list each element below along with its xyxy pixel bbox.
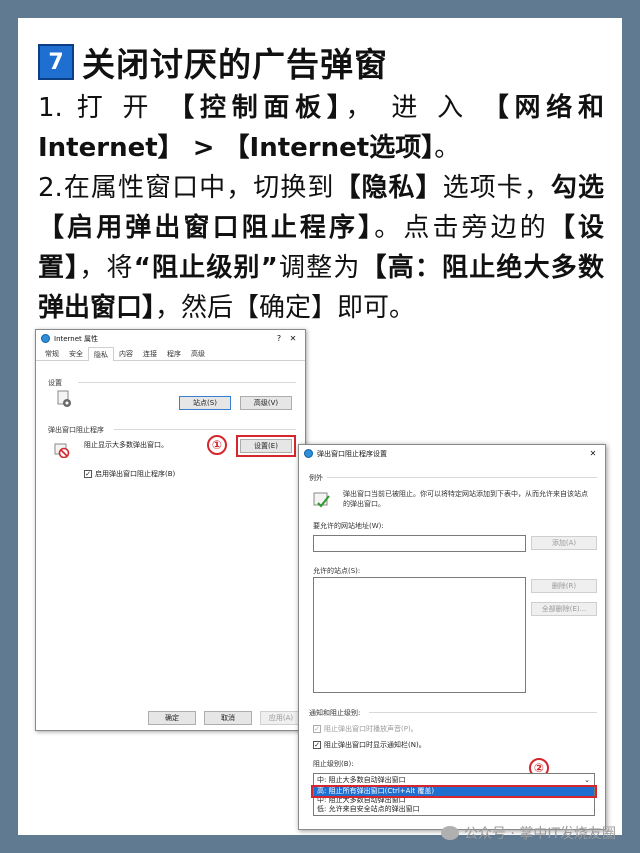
remove-site-button[interactable]: 删除(R)	[531, 579, 597, 593]
step1-options: 【Internet选项】	[223, 133, 435, 163]
tab-content[interactable]: 内容	[114, 347, 138, 360]
highlight-settings-button	[236, 435, 296, 457]
step1-middle: ， 进 入	[345, 93, 483, 123]
popup-allow-icon	[313, 491, 331, 509]
allowed-address-input[interactable]	[313, 535, 526, 552]
page-title: 关闭讨厌的广告弹窗	[82, 45, 388, 84]
enable-popup-blocker-label: 启用弹出窗口阻止程序(B)	[95, 470, 176, 478]
step2-middle5: ，然后【确定】即可。	[155, 293, 416, 323]
show-notification-bar-checkbox[interactable]: ✓ 阻止弹出窗口时显示通知栏(N)。	[313, 740, 426, 750]
checkbox-checked-icon: ✓	[313, 741, 321, 749]
step2-enable-popup: 【启用弹出窗口阻止程序】	[38, 213, 375, 243]
step2-privacy: 【隐私】	[334, 173, 443, 203]
internet-globe-icon	[41, 334, 50, 343]
step1-suffix: 。	[434, 133, 461, 163]
dialog2-titlebar: 弹出窗口阻止程序设置 ✕	[299, 445, 605, 462]
highlight-high-option	[311, 785, 597, 798]
instruction-text: 1. 打 开 【控制面板】， 进 入 【网络和Internet】 > 【Inte…	[38, 88, 604, 328]
divider	[114, 429, 296, 430]
level-option-low[interactable]: 低: 允许来自安全站点的弹出窗口	[314, 805, 594, 814]
dialog2-title: 弹出窗口阻止程序设置	[317, 449, 387, 458]
blocking-level-selected: 中: 阻止大多数自动弹出窗口	[317, 775, 406, 784]
annotation-step-1: ①	[207, 435, 227, 455]
notify-level-group-label: 通知和阻止级别:	[309, 709, 361, 717]
popup-description: 阻止显示大多数弹出窗口。	[84, 441, 168, 449]
popup-blocker-settings-dialog: 弹出窗口阻止程序设置 ✕ 例外 弹出窗口当前已被阻止。你可以将特定网站添加到下表…	[298, 444, 606, 830]
block-icon	[54, 442, 70, 459]
checkbox-checked-icon: ✓	[313, 725, 321, 733]
step-number-badge: 7	[38, 44, 74, 80]
sites-button[interactable]: 站点(S)	[179, 396, 231, 410]
step1-arrow: >	[183, 133, 224, 163]
step2-middle1: 选项卡，	[442, 173, 551, 203]
chevron-down-icon: ⌄	[584, 775, 590, 784]
privacy-settings-icon	[56, 390, 74, 408]
watermark: 公众号 · 掌中IT发烧友圈	[440, 823, 616, 843]
step1-control-panel: 【控制面板】	[168, 93, 346, 123]
watermark-text: 公众号 · 掌中IT发烧友圈	[463, 826, 616, 842]
allowed-sites-list[interactable]	[313, 577, 526, 693]
dialog1-titlebar: Internet 属性 ? ✕	[36, 330, 305, 347]
dialog1-title: Internet 属性	[54, 334, 99, 343]
wechat-icon	[440, 826, 459, 840]
close-button[interactable]: ✕	[586, 449, 600, 458]
step2-check-word: 勾选	[550, 173, 604, 203]
advanced-button[interactable]: 高级(V)	[240, 396, 292, 410]
close-button[interactable]: ✕	[286, 334, 300, 343]
popup-blocker-group-label: 弹出窗口阻止程序	[48, 426, 104, 434]
show-notification-bar-label: 阻止弹出窗口时显示通知栏(N)。	[324, 741, 426, 749]
internet-properties-dialog: Internet 属性 ? ✕ 常规 安全 隐私 内容 连接 程序 高级 设置 …	[35, 329, 306, 731]
allowed-address-label: 要允许的网站地址(W):	[313, 522, 384, 530]
tab-advanced[interactable]: 高级	[186, 347, 210, 360]
step2-middle4: 调整为	[277, 253, 361, 283]
instruction-step-1: 1. 打 开 【控制面板】， 进 入 【网络和Internet】 > 【Inte…	[38, 88, 604, 168]
cancel-button[interactable]: 取消	[204, 711, 252, 725]
tab-privacy[interactable]: 隐私	[88, 347, 114, 361]
tab-programs[interactable]: 程序	[162, 347, 186, 360]
play-sound-label: 阻止弹出窗口时播放声音(P)。	[324, 725, 418, 733]
blocking-level-label: 阻止级别(B):	[313, 760, 354, 768]
divider	[327, 477, 597, 478]
step2-middle3: ，将	[79, 253, 134, 283]
allowed-sites-label: 允许的站点(S):	[313, 567, 361, 575]
step2-prefix: 2.在属性窗口中，切换到	[38, 173, 335, 203]
exceptions-description: 弹出窗口当前已被阻止。你可以将特定网站添加到下表中，从而允许来自该站点的弹出窗口…	[343, 490, 588, 508]
step1-prefix: 1. 打 开	[38, 93, 169, 123]
tab-connections[interactable]: 连接	[138, 347, 162, 360]
settings-group-label: 设置	[48, 379, 62, 387]
section-heading: 7 关闭讨厌的广告弹窗	[38, 42, 388, 84]
checkbox-checked-icon: ✓	[84, 470, 92, 478]
exceptions-label: 例外	[309, 474, 323, 482]
play-sound-checkbox[interactable]: ✓ 阻止弹出窗口时播放声音(P)。	[313, 724, 418, 734]
tab-security[interactable]: 安全	[64, 347, 88, 360]
help-button[interactable]: ?	[272, 334, 286, 343]
enable-popup-blocker-checkbox[interactable]: ✓ 启用弹出窗口阻止程序(B)	[84, 469, 175, 479]
tab-strip: 常规 安全 隐私 内容 连接 程序 高级	[36, 347, 305, 361]
instruction-step-2: 2.在属性窗口中，切换到【隐私】选项卡，勾选【启用弹出窗口阻止程序】。点击旁边的…	[38, 168, 604, 328]
internet-globe-icon	[304, 449, 313, 458]
divider	[78, 382, 296, 383]
divider	[369, 712, 597, 713]
apply-button[interactable]: 应用(A)	[260, 711, 302, 725]
add-site-button[interactable]: 添加(A)	[531, 536, 597, 550]
tab-general[interactable]: 常规	[40, 347, 64, 360]
ok-button[interactable]: 确定	[148, 711, 196, 725]
remove-all-sites-button[interactable]: 全部删除(E)...	[531, 602, 597, 616]
step2-middle2: 。点击旁边的	[374, 213, 549, 243]
step2-level-quote: “阻止级别”	[133, 253, 278, 283]
